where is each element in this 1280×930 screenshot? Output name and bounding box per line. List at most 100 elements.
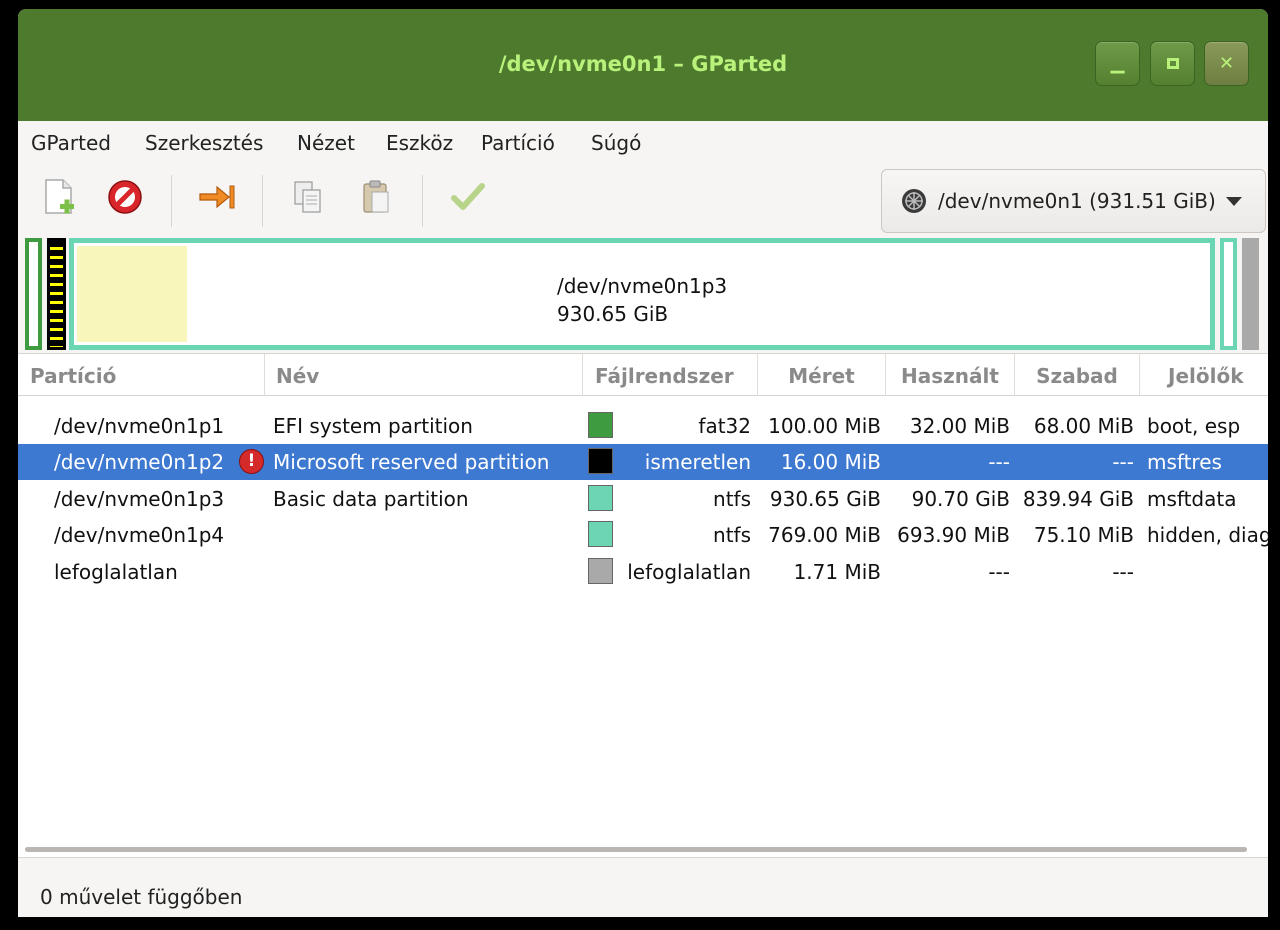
status-bar: 0 művelet függőben (18, 857, 1268, 917)
table-row[interactable]: /dev/nvme0n1p1 EFI system partition fat3… (18, 408, 1268, 444)
column-flags[interactable]: Jelölők (1140, 354, 1268, 396)
apply-button[interactable] (446, 175, 490, 219)
menu-gparted[interactable]: GParted (31, 129, 111, 157)
column-used[interactable]: Használt (886, 354, 1015, 396)
resize-move-button[interactable] (195, 175, 239, 219)
cell-size: 16.00 MiB (780, 450, 881, 474)
menu-device[interactable]: Eszköz (386, 129, 453, 157)
menu-help[interactable]: Súgó (591, 129, 641, 157)
column-filesystem[interactable]: Fájlrendszer (583, 354, 758, 396)
cell-used: 693.90 MiB (897, 523, 1010, 547)
horizontal-scrollbar[interactable] (25, 847, 1247, 852)
device-selector-label: /dev/nvme0n1 (931.51 GiB) (938, 189, 1216, 213)
partition-list: Partíció Név Fájlrendszer Méret Használt… (18, 353, 1268, 857)
filesystem-color-swatch (588, 485, 613, 511)
cell-size: 1.71 MiB (793, 560, 881, 584)
diskmap-partition-p1[interactable] (25, 238, 42, 350)
cell-used: --- (988, 560, 1010, 584)
cell-partition: /dev/nvme0n1p2 (54, 450, 225, 474)
diskmap-partition-name: /dev/nvme0n1p3 (557, 274, 728, 298)
paste-icon (363, 180, 389, 213)
table-row[interactable]: /dev/nvme0n1p3 Basic data partition ntfs… (18, 481, 1268, 517)
warning-icon: ! (239, 449, 264, 474)
cell-partition: /dev/nvme0n1p1 (54, 414, 225, 438)
minimize-icon: ▁ (1110, 52, 1125, 74)
cell-size: 930.65 GiB (769, 487, 881, 511)
pending-operations-status: 0 művelet függőben (40, 885, 243, 909)
close-icon: ✕ (1218, 52, 1235, 74)
diskmap-label: /dev/nvme0n1p3 930.65 GiB (557, 272, 727, 328)
menu-edit[interactable]: Szerkesztés (145, 129, 263, 157)
resize-move-icon (199, 185, 235, 209)
filesystem-color-swatch (588, 521, 613, 547)
cell-partition: /dev/nvme0n1p3 (54, 487, 225, 511)
filesystem-color-swatch (588, 412, 613, 438)
maximize-icon (1166, 58, 1179, 69)
delete-button[interactable] (103, 175, 147, 219)
column-name[interactable]: Név (265, 354, 583, 396)
cell-free: 839.94 GiB (1022, 487, 1134, 511)
device-selector[interactable]: /dev/nvme0n1 (931.51 GiB) (881, 169, 1266, 233)
close-button[interactable]: ✕ (1204, 41, 1249, 86)
new-partition-button[interactable] (37, 175, 81, 219)
column-free[interactable]: Szabad (1015, 354, 1140, 396)
disk-map: /dev/nvme0n1p3 930.65 GiB (18, 233, 1268, 351)
toolbar-separator (171, 175, 172, 227)
table-row[interactable]: lefoglalatlan lefoglalatlan 1.71 MiB ---… (18, 554, 1268, 590)
cell-flags: boot, esp (1147, 414, 1241, 438)
cell-free: 75.10 MiB (1033, 523, 1134, 547)
cell-free: --- (1112, 450, 1134, 474)
cell-filesystem: ismeretlen (644, 450, 751, 474)
delete-icon (108, 180, 142, 214)
toolbar-separator (422, 175, 423, 227)
table-row-selected[interactable]: /dev/nvme0n1p2 ! Microsoft reserved part… (18, 444, 1268, 480)
cell-filesystem: ntfs (713, 523, 751, 547)
filesystem-color-swatch (588, 448, 613, 474)
menu-bar: GParted Szerkesztés Nézet Eszköz Partíci… (18, 121, 1268, 165)
gparted-window: /dev/nvme0n1 – GParted ▁ ✕ GParted Szerk… (18, 9, 1268, 917)
cell-flags: msftdata (1147, 487, 1237, 511)
diskmap-partition-p3[interactable]: /dev/nvme0n1p3 930.65 GiB (69, 238, 1215, 350)
copy-button[interactable] (286, 175, 330, 219)
maximize-button[interactable] (1150, 41, 1195, 86)
toolbar: /dev/nvme0n1 (931.51 GiB) (18, 165, 1268, 233)
menu-partition[interactable]: Partíció (481, 129, 555, 157)
minimize-button[interactable]: ▁ (1095, 41, 1140, 86)
title-bar[interactable]: /dev/nvme0n1 – GParted ▁ ✕ (18, 9, 1268, 121)
cell-used: 90.70 GiB (911, 487, 1010, 511)
cell-name: Microsoft reserved partition (273, 450, 550, 474)
cell-filesystem: ntfs (713, 487, 751, 511)
diskmap-used-space (77, 246, 187, 342)
column-partition[interactable]: Partíció (18, 354, 265, 396)
apply-icon (451, 183, 485, 210)
cell-size: 100.00 MiB (768, 414, 881, 438)
diskmap-unallocated[interactable] (1242, 238, 1259, 350)
cell-partition: lefoglalatlan (54, 560, 178, 584)
cell-used: --- (988, 450, 1010, 474)
cell-free: --- (1112, 560, 1134, 584)
cell-size: 769.00 MiB (768, 523, 881, 547)
column-size[interactable]: Méret (758, 354, 886, 396)
cell-partition: /dev/nvme0n1p4 (54, 523, 225, 547)
partition-list-header: Partíció Név Fájlrendszer Méret Használt… (18, 354, 1268, 396)
filesystem-color-swatch (588, 558, 613, 584)
cell-filesystem: fat32 (698, 414, 751, 438)
chevron-down-icon (1225, 196, 1242, 206)
toolbar-separator (262, 175, 263, 227)
cell-free: 68.00 MiB (1033, 414, 1134, 438)
menu-view[interactable]: Nézet (297, 129, 355, 157)
table-row[interactable]: /dev/nvme0n1p4 ntfs 769.00 MiB 693.90 Mi… (18, 517, 1268, 553)
new-partition-icon (45, 179, 74, 214)
paste-button[interactable] (354, 175, 398, 219)
diskmap-partition-p2[interactable] (47, 238, 66, 350)
diskmap-partition-size: 930.65 GiB (557, 302, 669, 326)
harddisk-icon (902, 189, 926, 213)
cell-used: 32.00 MiB (909, 414, 1010, 438)
copy-icon (294, 181, 321, 213)
cell-filesystem: lefoglalatlan (627, 560, 751, 584)
cell-name: Basic data partition (273, 487, 469, 511)
cell-flags: msftres (1147, 450, 1222, 474)
window-title: /dev/nvme0n1 – GParted (498, 52, 788, 76)
cell-name: EFI system partition (273, 414, 473, 438)
diskmap-partition-p4[interactable] (1220, 238, 1237, 350)
